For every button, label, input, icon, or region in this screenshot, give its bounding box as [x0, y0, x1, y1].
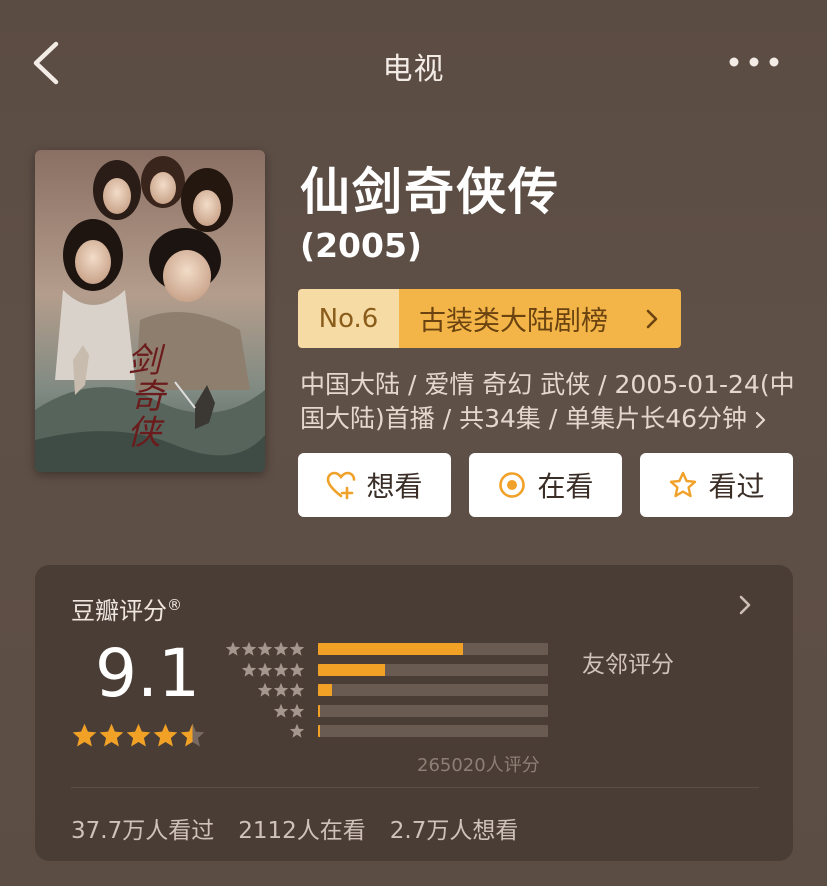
small-star-icon	[273, 703, 289, 718]
distribution-bar-fill	[318, 704, 321, 717]
rank-list-label: 古装类大陆剧榜	[419, 306, 608, 337]
divider	[71, 787, 759, 788]
distribution-row-5-star	[225, 641, 555, 657]
watched-count[interactable]: 37.7万人看过	[71, 811, 214, 845]
distribution-bar-track	[318, 684, 548, 696]
distribution-stars	[225, 682, 305, 698]
distribution-stars	[225, 723, 305, 739]
meta-line-2: 国大陆)首播 / 共34集 / 单集片长46分钟	[300, 404, 748, 433]
watching-count[interactable]: 2112人在看	[238, 811, 366, 845]
chevron-right-icon[interactable]	[738, 594, 752, 616]
rank-number: No.6	[298, 289, 399, 348]
movie-title: 仙剑奇侠传	[300, 163, 560, 221]
rating-stars	[71, 722, 206, 749]
distribution-bar-track	[318, 725, 548, 737]
rating-title-text: 豆瓣评分	[71, 597, 167, 625]
distribution-stars	[225, 641, 305, 657]
movie-year: (2005)	[300, 226, 423, 265]
small-star-icon	[289, 662, 305, 677]
want-label: 想看	[366, 470, 423, 503]
small-star-icon	[225, 641, 241, 656]
distribution-bar-track	[318, 663, 548, 676]
meta-line-1: 中国大陆 / 爱情 奇幻 武侠 / 2005-01-24(中	[300, 370, 795, 399]
distribution-stars	[225, 703, 305, 719]
more-options-icon[interactable]	[725, 50, 783, 74]
small-star-icon	[273, 682, 289, 697]
rating-card[interactable]: 豆瓣评分® 9.1 265020人评分 友邻评分 37.7万人看过 2112人在…	[35, 565, 793, 861]
distribution-row-1-star	[225, 723, 555, 739]
meta-line-2-wrap: 国大陆)首播 / 共34集 / 单集片长46分钟	[300, 402, 780, 436]
small-star-icon	[241, 641, 257, 656]
distribution-bar-fill	[318, 684, 332, 696]
star-outline-icon	[670, 471, 697, 498]
distribution-row-4-star	[225, 662, 555, 678]
rating-score: 9.1	[95, 635, 200, 712]
rating-star-icon	[126, 723, 151, 747]
small-star-icon	[289, 703, 305, 718]
heart-plus-icon	[327, 471, 356, 500]
small-star-icon	[257, 662, 273, 677]
poster-artwork: 剑 奇 侠	[35, 150, 265, 472]
target-circle-icon	[499, 472, 526, 498]
rating-star-icon	[99, 723, 124, 747]
rating-star-icon	[180, 723, 205, 747]
distribution-bar-track	[318, 643, 548, 655]
chevron-right-icon	[755, 411, 766, 429]
distribution-row-2-star	[225, 703, 555, 719]
top-bar: 电视	[0, 0, 827, 125]
watched-button[interactable]: 看过	[640, 453, 793, 517]
ranking-badge[interactable]: No.6 古装类大陆剧榜	[298, 289, 681, 348]
rating-star-icon	[153, 723, 178, 747]
rating-star-icon	[72, 723, 97, 747]
small-star-icon	[273, 662, 289, 677]
watching-label: 在看	[537, 470, 594, 503]
distribution-bar-fill	[318, 643, 463, 655]
small-star-icon	[289, 723, 305, 738]
movie-detail-page: 电视 剑 奇 侠 仙剑奇侠传 (2005) No.6 古装类大陆剧榜 中国大陆 …	[0, 0, 827, 886]
small-star-icon	[289, 682, 305, 697]
small-star-icon	[289, 641, 305, 656]
chevron-right-icon	[646, 309, 658, 328]
registered-mark: ®	[167, 596, 182, 614]
want-to-watch-button[interactable]: 想看	[298, 453, 451, 517]
want-count[interactable]: 2.7万人想看	[390, 811, 519, 845]
small-star-icon	[257, 641, 273, 656]
distribution-bar-track	[318, 704, 548, 717]
rank-list-name: 古装类大陆剧榜	[399, 289, 681, 348]
distribution-bar-fill	[318, 663, 385, 676]
watch-stats: 37.7万人看过 2112人在看 2.7万人想看	[71, 811, 542, 845]
small-star-icon	[257, 682, 273, 697]
distribution-row-3-star	[225, 682, 555, 698]
nav-title: 电视	[382, 52, 445, 87]
distribution-stars	[225, 662, 305, 678]
watched-label: 看过	[708, 470, 765, 503]
small-star-icon	[273, 641, 289, 656]
distribution-bar-fill	[318, 725, 321, 737]
movie-meta[interactable]: 中国大陆 / 爱情 奇幻 武侠 / 2005-01-24(中 国大陆)首播 / …	[300, 368, 795, 436]
small-star-icon	[241, 662, 257, 677]
friends-rating-link[interactable]: 友邻评分	[582, 645, 674, 679]
rating-title: 豆瓣评分®	[71, 591, 182, 626]
poster-image[interactable]: 剑 奇 侠	[35, 150, 265, 472]
watching-button[interactable]: 在看	[469, 453, 622, 517]
rating-count: 265020人评分	[417, 755, 540, 776]
